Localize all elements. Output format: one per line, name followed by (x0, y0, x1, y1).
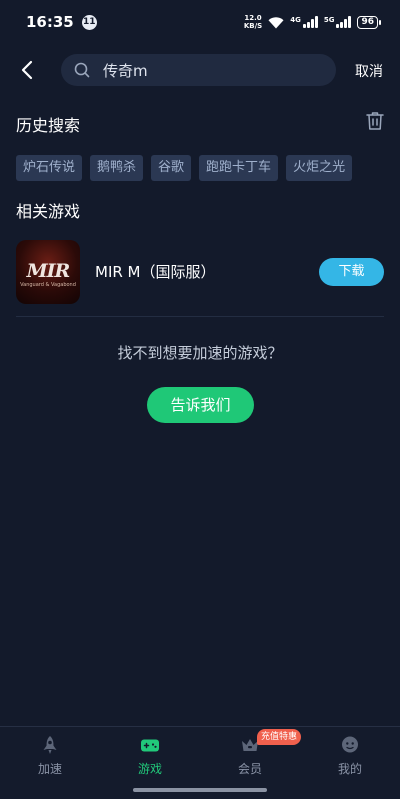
tab-label: 加速 (37, 762, 62, 776)
divider (16, 316, 384, 317)
signal-5g-icon: 5G (324, 16, 352, 28)
game-icon-logo: MIR (26, 260, 71, 282)
signal-5g-label: 5G (323, 16, 335, 24)
tab-accelerate[interactable]: 加速 (0, 727, 100, 787)
status-right: 12.0 KB/S 4G 5G 96 (244, 14, 381, 30)
game-icon: MIR Vanguard & Vagabond (16, 240, 80, 304)
cancel-button[interactable]: 取消 (355, 61, 383, 81)
signal-4g-label: 4G (290, 16, 301, 24)
search-icon (74, 62, 90, 78)
tab-label: 会员 (237, 762, 262, 776)
tab-games[interactable]: 游戏 (100, 727, 200, 787)
tab-label: 游戏 (137, 762, 162, 776)
history-tag-list: 炉石传说 鹅鸭杀 谷歌 跑跑卡丁车 火炬之光 (16, 155, 353, 181)
tab-profile[interactable]: 我的 (300, 727, 400, 787)
promo-badge: 充值特惠 (257, 729, 302, 745)
tell-us-button[interactable]: 告诉我们 (147, 387, 254, 423)
notification-count-badge: 11 (81, 14, 97, 30)
battery-icon: 96 (357, 15, 381, 29)
history-tag[interactable]: 谷歌 (151, 155, 192, 181)
game-list-item[interactable]: MIR Vanguard & Vagabond MIR M（国际服） 下载 (16, 240, 384, 304)
rocket-icon (43, 736, 57, 754)
status-bar: 16:35 11 12.0 KB/S 4G 5G 96 (0, 0, 400, 44)
network-speed: 12.0 KB/S (244, 14, 262, 30)
network-speed-value: 12.0 (244, 14, 262, 22)
history-title: 历史搜索 (16, 116, 81, 135)
chevron-left-icon (21, 60, 33, 80)
search-header: 取消 (0, 52, 400, 88)
history-tag[interactable]: 跑跑卡丁车 (199, 155, 279, 181)
trash-icon (366, 112, 384, 130)
not-found-text: 找不到想要加速的游戏？ (117, 344, 283, 362)
profile-icon (342, 736, 358, 753)
network-speed-unit: KB/S (243, 22, 263, 30)
wifi-icon (268, 16, 284, 28)
tab-label: 我的 (337, 762, 362, 776)
back-button[interactable] (16, 58, 38, 82)
history-tag[interactable]: 炉石传说 (16, 155, 83, 181)
status-time: 16:35 (26, 13, 74, 31)
gamepad-icon (141, 739, 159, 752)
related-games-title: 相关游戏 (16, 202, 81, 221)
history-tag[interactable]: 火炬之光 (286, 155, 353, 181)
signal-4g-icon: 4G (290, 16, 318, 28)
search-box[interactable] (61, 54, 336, 86)
home-indicator[interactable] (133, 788, 267, 792)
game-icon-subtitle: Vanguard & Vagabond (20, 282, 76, 288)
clear-history-button[interactable] (366, 111, 384, 131)
game-name: MIR M（国际服） (95, 263, 216, 281)
download-button[interactable]: 下载 (319, 258, 384, 286)
search-input[interactable] (103, 61, 323, 79)
history-tag[interactable]: 鹅鸭杀 (90, 155, 144, 181)
status-left: 16:35 11 (26, 13, 97, 31)
